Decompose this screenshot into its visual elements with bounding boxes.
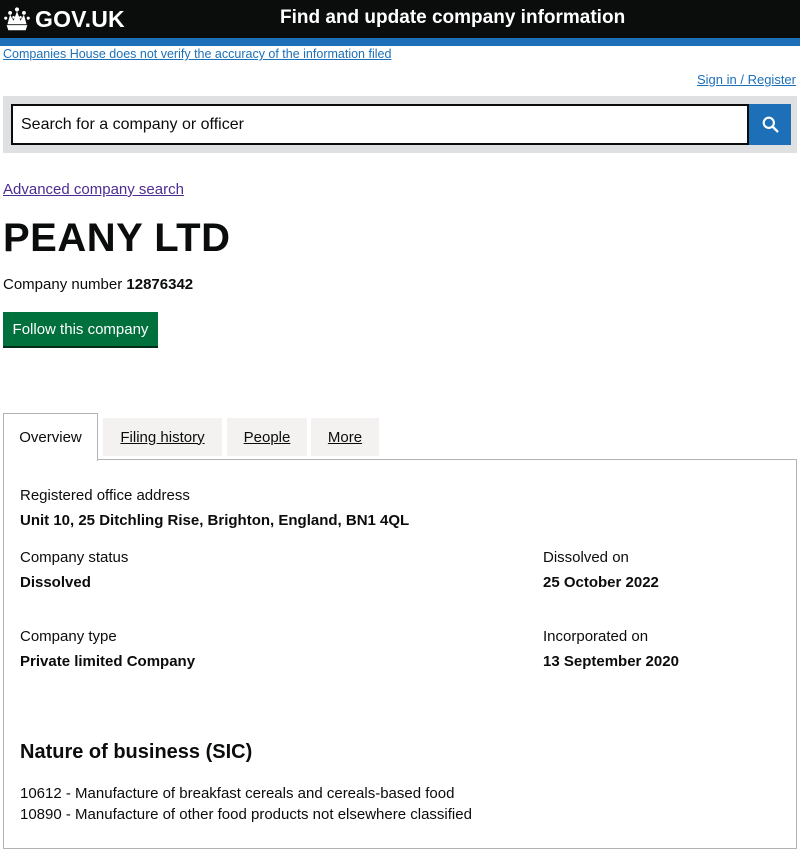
company-number-label: Company number	[3, 276, 123, 293]
search-input[interactable]	[11, 104, 749, 145]
disclaimer-link[interactable]: Companies House does not verify the accu…	[3, 47, 391, 61]
tab-overview[interactable]: Overview	[3, 413, 98, 461]
search-bar	[3, 96, 797, 153]
incorporated-label: Incorporated on	[543, 628, 649, 645]
logo-text: GOV.UK	[35, 5, 125, 32]
search-icon	[762, 116, 778, 133]
type-value: Private limited Company	[20, 653, 196, 670]
header-blue-bar	[0, 38, 800, 46]
service-name[interactable]: Find and update company information	[280, 7, 625, 29]
status-value: Dissolved	[20, 574, 91, 591]
search-button[interactable]	[749, 104, 791, 145]
address-label: Registered office address	[20, 487, 190, 504]
tab-filing-history[interactable]: Filing history	[103, 418, 222, 456]
overview-panel: Registered office address Unit 10, 25 Di…	[3, 459, 797, 849]
sic-code-item: 10612 - Manufacture of breakfast cereals…	[20, 785, 455, 802]
status-label: Company status	[20, 549, 129, 566]
tab-people[interactable]: People	[227, 418, 307, 456]
tab-more[interactable]: More	[311, 418, 379, 456]
sic-code-item: 10890 - Manufacture of other food produc…	[20, 806, 472, 823]
site-header: GOV.UK Find and update company informati…	[0, 0, 800, 38]
sign-in-link[interactable]: Sign in / Register	[697, 72, 796, 87]
dissolved-value: 25 October 2022	[543, 574, 659, 591]
advanced-search-link[interactable]: Advanced company search	[3, 181, 184, 198]
sic-title: Nature of business (SIC)	[20, 741, 253, 763]
company-number: Company number 12876342	[3, 276, 193, 293]
follow-company-button[interactable]: Follow this company	[3, 312, 158, 346]
company-tabs: Overview Filing history People More	[3, 413, 797, 461]
company-name: PEANY LTD	[3, 216, 231, 260]
incorporated-value: 13 September 2020	[543, 653, 679, 670]
company-number-value: 12876342	[126, 276, 194, 293]
crown-icon	[4, 7, 30, 31]
govuk-logo[interactable]: GOV.UK	[3, 4, 125, 34]
address-value: Unit 10, 25 Ditchling Rise, Brighton, En…	[20, 512, 410, 529]
dissolved-label: Dissolved on	[543, 549, 629, 566]
type-label: Company type	[20, 628, 117, 645]
